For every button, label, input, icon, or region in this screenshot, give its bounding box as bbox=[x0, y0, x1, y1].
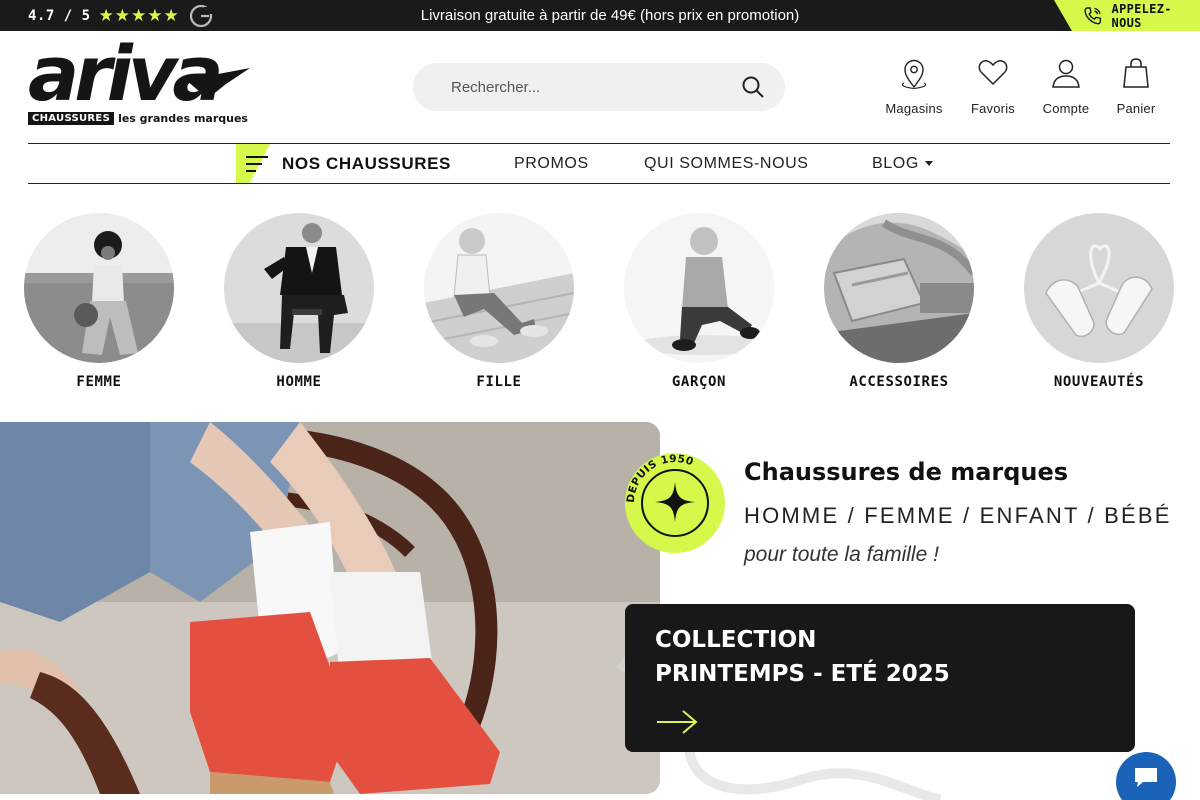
search-input[interactable] bbox=[451, 78, 739, 96]
arrow-right-icon[interactable] bbox=[655, 708, 699, 736]
collection-title-line1: COLLECTION bbox=[655, 627, 817, 653]
favorites-label: Favoris bbox=[970, 101, 1016, 116]
nav-blog-label: BLOG bbox=[872, 155, 919, 172]
cart-link[interactable]: Panier bbox=[1104, 56, 1168, 116]
category-label: GARÇON bbox=[671, 374, 727, 390]
stores-label: Magasins bbox=[885, 101, 943, 116]
hero-tagline: pour toute la famille ! bbox=[744, 543, 939, 566]
cart-label: Panier bbox=[1116, 101, 1156, 116]
heart-icon bbox=[978, 60, 1008, 86]
category-image bbox=[24, 213, 174, 363]
account-label: Compte bbox=[1042, 101, 1090, 116]
user-icon bbox=[1052, 59, 1080, 88]
account-link[interactable]: Compte bbox=[1030, 56, 1102, 116]
collection-title-line2: PRINTEMPS - ETÉ 2025 bbox=[655, 661, 950, 687]
ariva-logo[interactable]: ariva CHAUSSURES les grandes marques bbox=[28, 36, 250, 130]
logo-tagline: les grandes marques bbox=[118, 112, 248, 125]
category-label: ACCESSOIRES bbox=[849, 374, 949, 390]
header-actions: Magasins Favoris Compte Panier bbox=[870, 56, 1170, 126]
top-bar: 4.7 / 5 ★ ★ ★ ★ ★ Livraison gratuite à p… bbox=[0, 0, 1200, 31]
caret-down-icon bbox=[924, 161, 933, 167]
stores-link[interactable]: Magasins bbox=[870, 56, 958, 116]
collection-card[interactable]: COLLECTION PRINTEMPS - ETÉ 2025 bbox=[625, 604, 1135, 752]
search-bar bbox=[413, 63, 785, 111]
hero-title: Chaussures de marques bbox=[744, 458, 1069, 486]
category-image bbox=[624, 213, 774, 363]
hero-subtitle: HOMME / FEMME / ENFANT / BÉBÉ bbox=[744, 503, 1172, 528]
map-pin-icon bbox=[901, 59, 927, 90]
search-icon bbox=[742, 76, 764, 98]
category-nouveautes[interactable]: NOUVEAUTÉS bbox=[1024, 213, 1174, 390]
category-homme[interactable]: HOMME bbox=[224, 213, 374, 390]
category-femme[interactable]: FEMME bbox=[24, 213, 174, 390]
category-label: FEMME bbox=[76, 374, 122, 390]
nav-item-our-shoes[interactable]: NOS CHAUSSURES bbox=[282, 144, 451, 183]
logo-chip: CHAUSSURES bbox=[28, 112, 115, 125]
favorites-link[interactable]: Favoris bbox=[958, 56, 1028, 116]
category-fille[interactable]: FILLE bbox=[424, 213, 574, 390]
logo-swoosh bbox=[186, 68, 250, 100]
logo-subtitle: CHAUSSURES les grandes marques bbox=[28, 112, 248, 125]
category-accessoires[interactable]: ACCESSOIRES bbox=[824, 213, 974, 390]
chat-button[interactable] bbox=[1116, 752, 1176, 800]
menu-icon[interactable] bbox=[246, 156, 268, 172]
category-label: HOMME bbox=[276, 374, 322, 390]
category-image bbox=[824, 213, 974, 363]
free-shipping-banner: Livraison gratuite à partir de 49€ (hors… bbox=[420, 7, 800, 24]
phone-icon bbox=[1084, 6, 1102, 24]
nav-item-blog[interactable]: BLOG bbox=[872, 144, 933, 183]
shopping-bag-icon bbox=[1123, 58, 1149, 88]
category-label: NOUVEAUTÉS bbox=[1053, 374, 1145, 390]
nav-item-about[interactable]: QUI SOMMES-NOUS bbox=[644, 144, 809, 183]
category-garcon[interactable]: GARÇON bbox=[624, 213, 774, 390]
category-image bbox=[1024, 213, 1174, 363]
hero-image[interactable] bbox=[0, 422, 660, 794]
nav-item-promos[interactable]: PROMOS bbox=[514, 144, 589, 183]
search-button[interactable] bbox=[739, 73, 767, 101]
main-nav: NOS CHAUSSURES PROMOS QUI SOMMES-NOUS BL… bbox=[28, 143, 1170, 184]
category-image bbox=[424, 213, 574, 363]
since-1950-badge: DEPUIS 1950 bbox=[625, 453, 725, 553]
category-label: FILLE bbox=[476, 374, 522, 390]
category-image bbox=[224, 213, 374, 363]
chat-bubble-icon bbox=[1135, 768, 1157, 787]
call-us-label: APPELEZ-NOUS bbox=[1111, 1, 1172, 30]
